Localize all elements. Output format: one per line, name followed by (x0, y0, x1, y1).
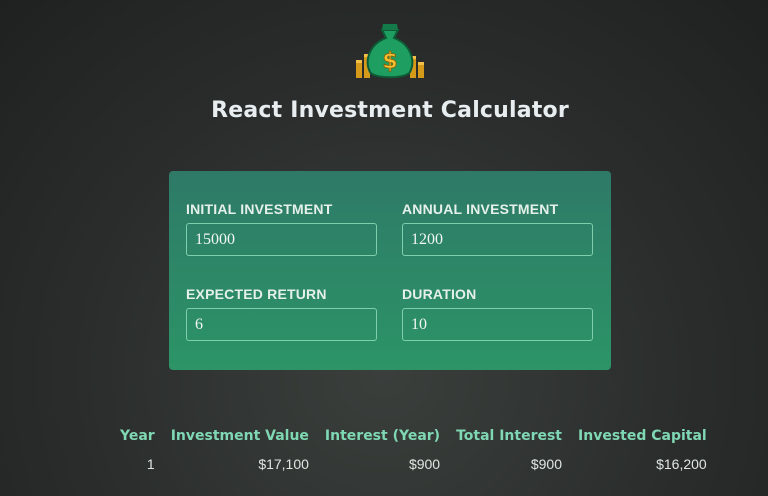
column-header-year: Year (120, 428, 155, 444)
results-table: Year Investment Value Interest (Year) To… (112, 428, 715, 472)
column-header-investment-value: Investment Value (170, 428, 309, 444)
results-header-row: Year Investment Value Interest (Year) To… (112, 428, 715, 456)
column-header-invested-capital: Invested Capital (578, 428, 707, 444)
cell-total-interest: $900 (530, 456, 563, 472)
money-bag-icon: $ (350, 16, 430, 82)
cell-invested-capital: $16,200 (656, 456, 707, 472)
cell-interest-year: $900 (408, 456, 441, 472)
expected-return-field: EXPECTED RETURN (186, 286, 377, 341)
input-card: INITIAL INVESTMENT ANNUAL INVESTMENT EXP… (169, 171, 611, 370)
cell-investment-value: $17,100 (258, 456, 309, 472)
table-row: 1 $17,100 $900 $900 $16,200 (112, 456, 715, 472)
column-header-interest-year: Interest (Year) (324, 428, 441, 444)
expected-return-label: EXPECTED RETURN (186, 286, 327, 302)
annual-investment-input[interactable] (402, 223, 593, 256)
initial-investment-field: INITIAL INVESTMENT (186, 201, 377, 256)
duration-input[interactable] (402, 308, 593, 341)
page-title: React Investment Calculator (211, 98, 569, 123)
initial-investment-label: INITIAL INVESTMENT (186, 201, 333, 217)
annual-investment-field: ANNUAL INVESTMENT (402, 201, 593, 256)
annual-investment-label: ANNUAL INVESTMENT (402, 201, 559, 217)
svg-text:$: $ (382, 49, 397, 74)
expected-return-input[interactable] (186, 308, 377, 341)
initial-investment-input[interactable] (186, 223, 377, 256)
duration-label: DURATION (402, 286, 477, 302)
duration-field: DURATION (402, 286, 593, 341)
column-header-total-interest: Total Interest (456, 428, 563, 444)
cell-year: 1 (146, 456, 155, 472)
